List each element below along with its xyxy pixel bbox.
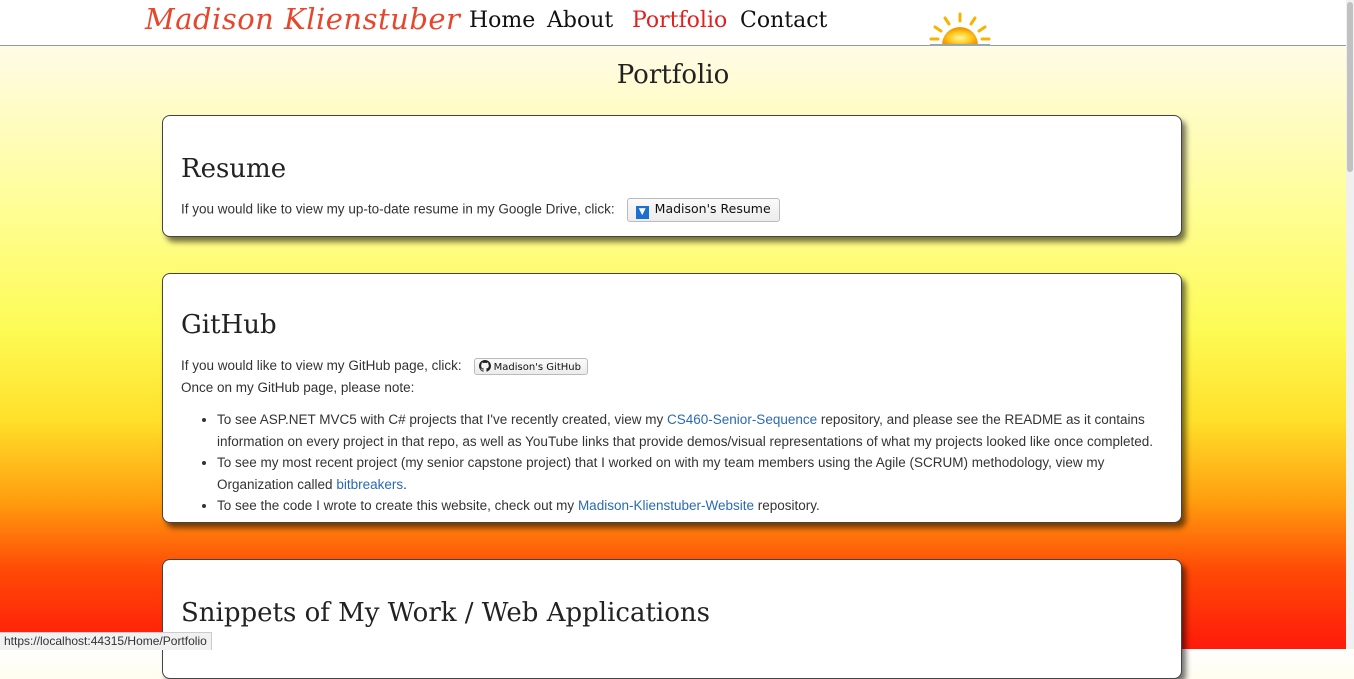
resume-button[interactable]: ▼ Madison's Resume (626, 198, 780, 222)
site-brand[interactable]: Madison Klienstuber (145, 2, 460, 36)
note-text: To see ASP.NET MVC5 with C# projects tha… (217, 412, 668, 427)
github-icon (478, 360, 491, 372)
github-note-intro: Once on my GitHub page, please note: (181, 380, 415, 395)
github-button-label: Madison's GitHub (493, 362, 581, 373)
resume-text: If you would like to view my up-to-date … (181, 201, 615, 217)
github-text: If you would like to view my GitHub page… (181, 358, 462, 374)
resume-button-label: Madison's Resume (654, 201, 771, 216)
resume-line: If you would like to view my up-to-date … (181, 198, 780, 222)
resume-card: Resume If you would like to view my up-t… (162, 115, 1182, 237)
google-drive-icon: ▼ (635, 206, 649, 219)
note-text: To see the code I wrote to create this w… (217, 498, 578, 513)
website-repo-link[interactable]: Madison-Klienstuber-Website (578, 498, 754, 513)
github-heading: GitHub (181, 310, 277, 340)
page-title: Portfolio (616, 60, 730, 90)
list-item: To see the code I wrote to create this w… (217, 495, 1177, 517)
snippets-heading: Snippets of My Work / Web Applications (181, 598, 710, 628)
note-text: . (403, 476, 407, 492)
resume-heading: Resume (181, 154, 287, 184)
page-scrollbar[interactable] (1346, 0, 1354, 649)
status-bar-url: https://localhost:44315/Home/Portfolio (0, 632, 212, 650)
cs460-repo-link[interactable]: CS460-Senior-Sequence (667, 412, 817, 427)
snippets-card: Snippets of My Work / Web Applications (162, 559, 1182, 679)
scrollbar-thumb[interactable] (1347, 2, 1353, 172)
sun-icon (929, 12, 991, 46)
github-line: If you would like to view my GitHub page… (181, 358, 588, 375)
top-navbar: Madison Klienstuber Home About Portfolio… (0, 0, 1346, 46)
github-notes-list: To see ASP.NET MVC5 with C# projects tha… (181, 409, 1177, 517)
bitbreakers-link[interactable]: bitbreakers (336, 477, 403, 492)
nav-link-portfolio[interactable]: Portfolio (632, 8, 727, 33)
list-item: To see ASP.NET MVC5 with C# projects tha… (217, 409, 1177, 452)
nav-link-home[interactable]: Home (469, 8, 535, 33)
nav-link-contact[interactable]: Contact (740, 8, 827, 33)
note-text: repository. (754, 498, 820, 513)
list-item: To see my most recent project (my senior… (217, 452, 1177, 495)
nav-link-about[interactable]: About (547, 8, 613, 33)
github-card: GitHub If you would like to view my GitH… (162, 273, 1182, 523)
github-button[interactable]: Madison's GitHub (473, 358, 588, 375)
